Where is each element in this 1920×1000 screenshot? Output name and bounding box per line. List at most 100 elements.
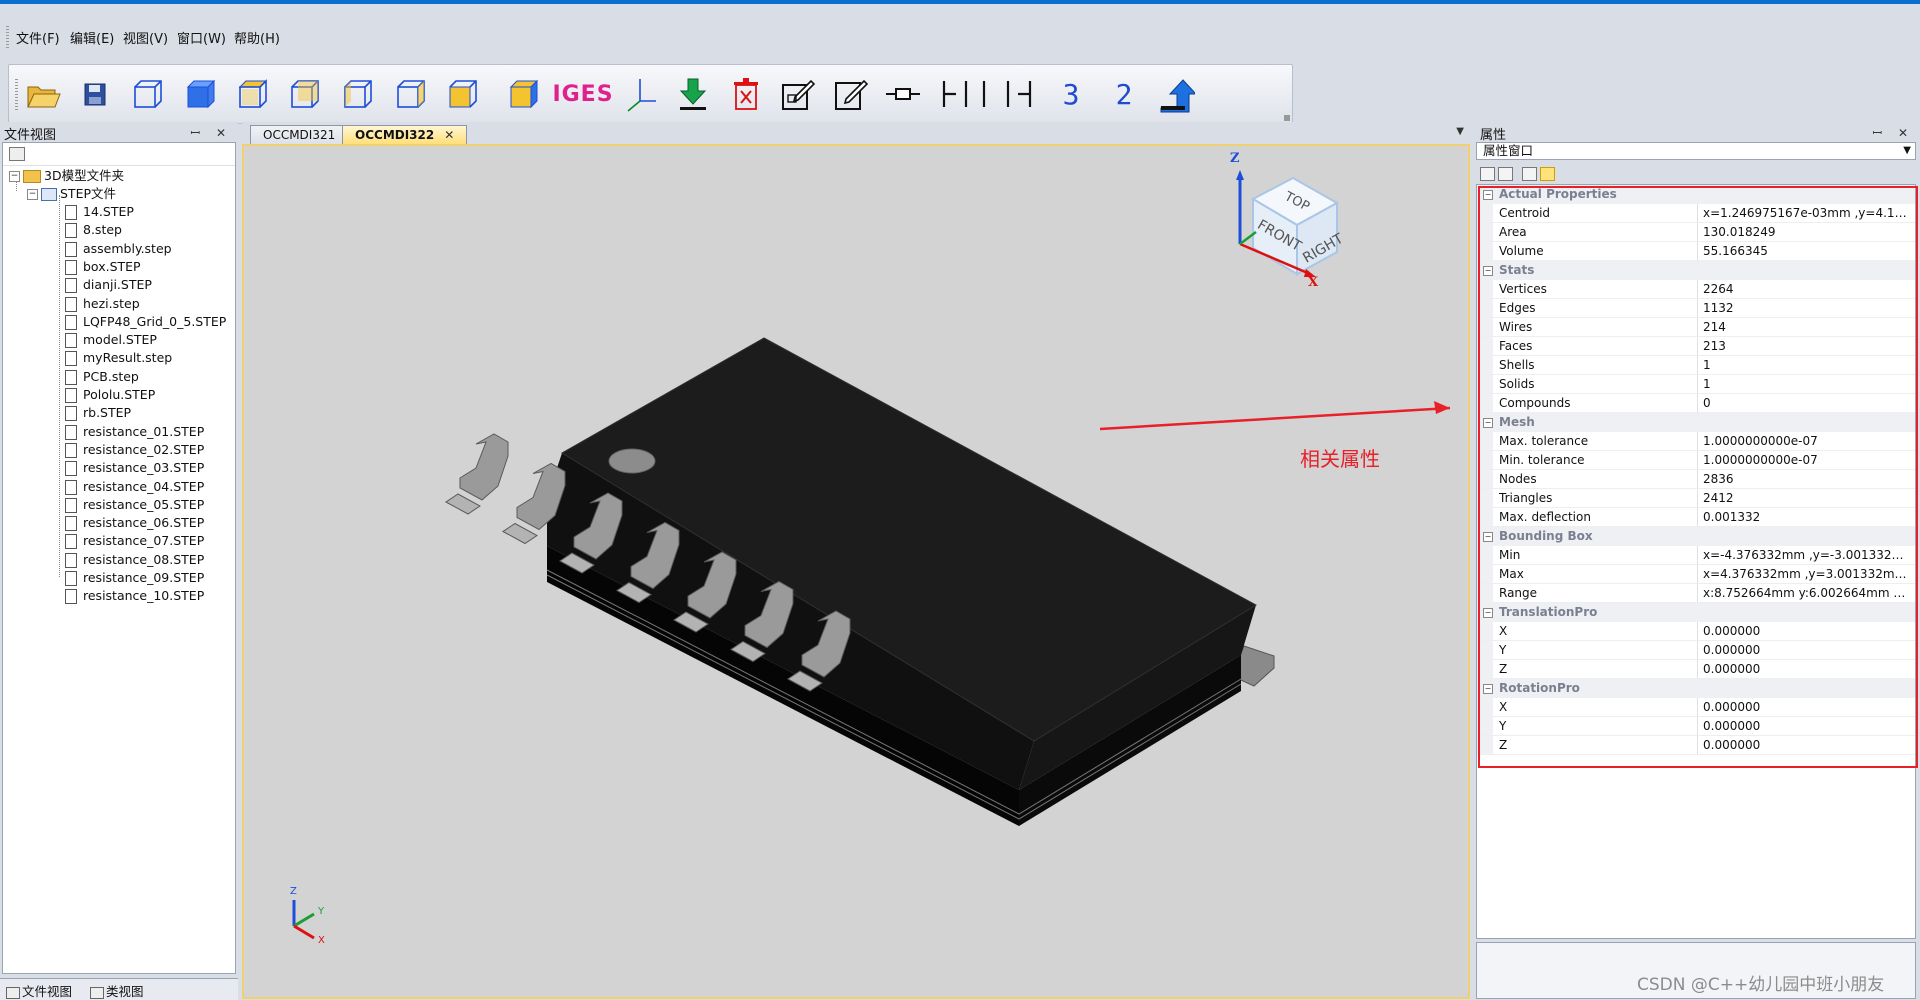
resistor-button[interactable] bbox=[881, 73, 925, 115]
file-item[interactable]: resistance_08.STEP bbox=[65, 551, 204, 569]
property-row[interactable]: X 0.000000 bbox=[1477, 622, 1915, 641]
step-two-button[interactable]: 2 bbox=[1102, 73, 1146, 115]
property-value[interactable]: 1.0000000000e-07 bbox=[1703, 432, 1909, 451]
file-item[interactable]: hezi.step bbox=[65, 295, 140, 313]
file-item[interactable]: LQFP48_Grid_0_5.STEP bbox=[65, 313, 226, 331]
property-value[interactable]: 0.000000 bbox=[1703, 622, 1909, 641]
bottom-view-button[interactable] bbox=[441, 73, 485, 115]
file-item[interactable]: dianji.STEP bbox=[65, 276, 152, 294]
file-item[interactable]: 8.step bbox=[65, 221, 122, 239]
file-item[interactable]: myResult.step bbox=[65, 349, 172, 367]
front-view-button[interactable] bbox=[179, 73, 223, 115]
tab-occmdi322[interactable]: OCCMDI322 ✕ bbox=[342, 125, 468, 144]
property-value[interactable]: 0.000000 bbox=[1703, 717, 1909, 736]
property-row[interactable]: Nodes 2836 bbox=[1477, 470, 1915, 489]
menu-file[interactable]: 文件(F) bbox=[16, 28, 60, 47]
property-row[interactable]: Min. tolerance 1.0000000000e-07 bbox=[1477, 451, 1915, 470]
property-value[interactable]: 2412 bbox=[1703, 489, 1909, 508]
edit-button[interactable] bbox=[829, 73, 873, 115]
right-view-button[interactable] bbox=[389, 73, 433, 115]
file-item[interactable]: resistance_09.STEP bbox=[65, 569, 204, 587]
file-item[interactable]: resistance_02.STEP bbox=[65, 441, 204, 459]
menu-view[interactable]: 视图(V) bbox=[123, 28, 168, 47]
events-icon[interactable] bbox=[1540, 167, 1555, 181]
property-row[interactable]: Edges 1132 bbox=[1477, 299, 1915, 318]
file-item[interactable]: resistance_04.STEP bbox=[65, 478, 204, 496]
step-three-button[interactable]: 3 bbox=[1049, 73, 1093, 115]
property-value[interactable]: x=4.376332mm ,y=3.001332mm ,z=1... bbox=[1703, 565, 1909, 584]
property-row[interactable]: Max. deflection 0.001332 bbox=[1477, 508, 1915, 527]
toolbar-grip[interactable] bbox=[15, 79, 18, 111]
collapse-icon[interactable]: − bbox=[9, 171, 20, 182]
property-value[interactable]: x=1.246975167e-03mm ,y=4.18565090... bbox=[1703, 204, 1909, 223]
open-button[interactable] bbox=[21, 73, 65, 115]
export-button[interactable] bbox=[1154, 73, 1198, 115]
collapse-icon[interactable]: − bbox=[1483, 532, 1493, 542]
property-value[interactable]: 0.000000 bbox=[1703, 641, 1909, 660]
delete-button[interactable] bbox=[724, 73, 768, 115]
alphabetical-icon[interactable] bbox=[1498, 167, 1513, 181]
property-row[interactable]: Wires 214 bbox=[1477, 318, 1915, 337]
file-item[interactable]: box.STEP bbox=[65, 258, 141, 276]
viewport-canvas[interactable]: TOP FRONT RIGHT Z X Z Y X bbox=[244, 146, 1468, 997]
file-item[interactable]: resistance_01.STEP bbox=[65, 423, 204, 441]
property-row[interactable]: Range x:8.752664mm y:6.002664mm z:1.75... bbox=[1477, 584, 1915, 603]
property-value[interactable]: 1132 bbox=[1703, 299, 1909, 318]
3d-viewport[interactable]: TOP FRONT RIGHT Z X Z Y X bbox=[242, 144, 1470, 999]
property-row[interactable]: Max x=4.376332mm ,y=3.001332mm ,z=1... bbox=[1477, 565, 1915, 584]
property-category[interactable]: − Mesh bbox=[1477, 413, 1915, 432]
collapse-icon[interactable]: − bbox=[1483, 684, 1493, 694]
menu-grip[interactable] bbox=[6, 26, 9, 48]
close-icon[interactable]: ✕ bbox=[444, 128, 454, 142]
menu-edit[interactable]: 编辑(E) bbox=[70, 28, 114, 47]
property-category[interactable]: − Bounding Box bbox=[1477, 527, 1915, 546]
property-category[interactable]: − RotationPro bbox=[1477, 679, 1915, 698]
property-object-select[interactable]: 属性窗口 ▼ bbox=[1476, 142, 1916, 160]
tab-occmdi321[interactable]: OCCMDI321 bbox=[250, 125, 349, 144]
view-cube[interactable]: TOP FRONT RIGHT Z X bbox=[1230, 151, 1347, 290]
file-item[interactable]: rb.STEP bbox=[65, 404, 131, 422]
measure-button[interactable] bbox=[934, 73, 994, 115]
top-view-button[interactable] bbox=[231, 73, 275, 115]
file-item[interactable]: resistance_07.STEP bbox=[65, 532, 204, 550]
import-button[interactable] bbox=[671, 73, 715, 115]
property-value[interactable]: 2264 bbox=[1703, 280, 1909, 299]
collapse-icon[interactable]: − bbox=[1483, 608, 1493, 618]
collapse-icon[interactable]: − bbox=[27, 189, 38, 200]
measure-end-button[interactable] bbox=[997, 73, 1041, 115]
file-item[interactable]: model.STEP bbox=[65, 331, 157, 349]
categorized-icon[interactable] bbox=[1480, 167, 1495, 181]
save-button[interactable] bbox=[73, 73, 117, 115]
back-view-button[interactable] bbox=[283, 73, 327, 115]
property-row[interactable]: Compounds 0 bbox=[1477, 394, 1915, 413]
property-value[interactable]: x=-4.376332mm ,y=-3.001332mm ,z=... bbox=[1703, 546, 1909, 565]
property-row[interactable]: X 0.000000 bbox=[1477, 698, 1915, 717]
tree-refresh-icon[interactable] bbox=[9, 147, 25, 161]
property-value[interactable]: 130.018249 bbox=[1703, 223, 1909, 242]
tree-group-step[interactable]: − STEP文件 bbox=[27, 185, 116, 203]
property-value[interactable]: 1.0000000000e-07 bbox=[1703, 451, 1909, 470]
property-row[interactable]: Y 0.000000 bbox=[1477, 641, 1915, 660]
property-value[interactable]: 0.000000 bbox=[1703, 660, 1909, 679]
property-row[interactable]: Y 0.000000 bbox=[1477, 717, 1915, 736]
tab-file-view[interactable]: 文件视图 bbox=[6, 981, 72, 1000]
file-item[interactable]: Pololu.STEP bbox=[65, 386, 155, 404]
left-view-button[interactable] bbox=[336, 73, 380, 115]
menu-help[interactable]: 帮助(H) bbox=[234, 28, 280, 47]
tab-class-view[interactable]: 类视图 bbox=[90, 981, 144, 1000]
collapse-icon[interactable]: − bbox=[1483, 418, 1493, 428]
property-value[interactable]: 214 bbox=[1703, 318, 1909, 337]
file-item[interactable]: assembly.step bbox=[65, 240, 172, 258]
file-panel-pin-close[interactable]: ꟷ ✕ bbox=[190, 124, 232, 141]
iso-view-button[interactable] bbox=[502, 73, 546, 115]
property-value[interactable]: 2836 bbox=[1703, 470, 1909, 489]
property-value[interactable]: 55.166345 bbox=[1703, 242, 1909, 261]
property-row[interactable]: Shells 1 bbox=[1477, 356, 1915, 375]
property-row[interactable]: Vertices 2264 bbox=[1477, 280, 1915, 299]
property-value[interactable]: 0 bbox=[1703, 394, 1909, 413]
property-row[interactable]: Triangles 2412 bbox=[1477, 489, 1915, 508]
property-category[interactable]: − Actual Properties bbox=[1477, 185, 1915, 204]
property-row[interactable]: Centroid x=1.246975167e-03mm ,y=4.1856509… bbox=[1477, 204, 1915, 223]
property-value[interactable]: 0.000000 bbox=[1703, 736, 1909, 755]
tree-root[interactable]: − 3D模型文件夹 bbox=[9, 167, 124, 185]
